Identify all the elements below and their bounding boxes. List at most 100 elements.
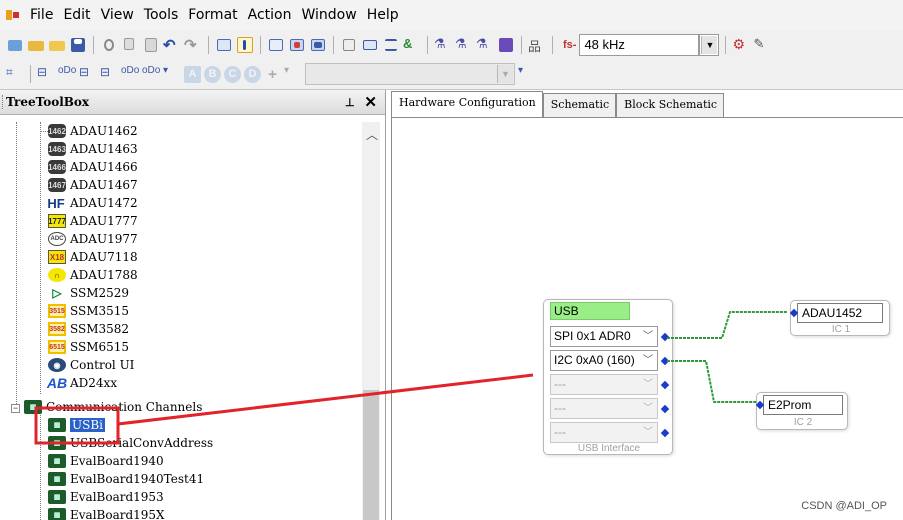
tree-item-evalboard195x[interactable]: ▦ EvalBoard195X [40,506,165,520]
usb-port-select-3[interactable]: --- ﹀ [550,374,658,395]
collapse-toggle[interactable]: − [11,404,20,413]
link-compile-icon[interactable]: ⚗ [455,36,473,54]
button-d[interactable]: D [244,65,261,83]
hierarchy-icon[interactable]: 品 [528,36,546,54]
chevron-up-icon[interactable]: ︿ [366,126,378,143]
output-port[interactable] [660,356,670,366]
tree-item-ad24xx[interactable]: AB AD24xx [40,374,117,392]
layout-icon[interactable] [215,36,233,54]
tree-item-adau1467[interactable]: 1467 ADAU1467 [40,176,138,194]
menu-action[interactable]: Action [244,7,298,23]
undo-icon[interactable]: ↶ [163,36,181,54]
menu-edit[interactable]: Edit [59,7,96,23]
tree-item-ssm2529[interactable]: ▷ SSM2529 [40,284,129,302]
close-icon[interactable]: ✕ [364,93,377,111]
dropdown-arrow-icon[interactable]: ▾ [163,65,181,83]
tree-item-ssm3582[interactable]: 3582 SSM3582 [40,320,129,338]
align-top-icon[interactable]: ⊟ [37,65,55,83]
menu-format[interactable]: Format [184,7,243,23]
usb-interface-block[interactable]: USB SPI 0x1 ADR0 ﹀ I2C 0xA0 (160) ﹀ --- … [543,299,673,455]
menu-file[interactable]: File [26,7,59,23]
tree-item-usbserialconvaddress[interactable]: ▦ USBSerialConvAddress [40,434,213,452]
dropdown-arrow-icon[interactable]: ▾ [284,65,302,83]
align-middle-icon[interactable]: ⊟ [79,65,97,83]
disabled-select[interactable]: ▼ [305,63,515,85]
output-port[interactable] [660,380,670,390]
tab-hardware-configuration[interactable]: Hardware Configuration [391,91,543,117]
view-mode-1-icon[interactable] [267,36,285,54]
menu-window[interactable]: Window [298,7,363,23]
ic2-block[interactable]: E2Prom IC 2 [755,392,848,430]
menu-view[interactable]: View [97,7,140,23]
tree-item-control-ui[interactable]: ◉ Control UI [40,356,134,374]
usb-port-select-4[interactable]: --- ﹀ [550,398,658,419]
output-port[interactable] [660,428,670,438]
menu-tools[interactable]: Tools [140,7,185,23]
hardware-configuration-canvas[interactable]: USB SPI 0x1 ADR0 ﹀ I2C 0xA0 (160) ﹀ --- … [391,117,903,520]
dropdown-arrow-icon[interactable]: ▾ [518,65,536,83]
tab-schematic[interactable]: Schematic [542,93,617,117]
tab-block-schematic[interactable]: Block Schematic [616,93,725,117]
tool-icon[interactable]: ✎ [753,36,771,54]
tree-item-evalboard1953[interactable]: ▦ EvalBoard1953 [40,488,164,506]
menu-help[interactable]: Help [363,7,405,23]
connect-icon[interactable]: ⌗ [6,65,24,83]
usb-port-select-2[interactable]: I2C 0xA0 (160) ﹀ [550,350,658,371]
tree-item-adau7118[interactable]: X18 ADAU7118 [40,248,138,266]
scrollbar-thumb[interactable] [363,390,379,520]
usb-port-select-5[interactable]: --- ﹀ [550,422,658,443]
tree-item-evalboard1940test41[interactable]: ▦ EvalBoard1940Test41 [40,470,204,488]
copy-icon[interactable] [121,36,139,54]
export-icon[interactable] [497,36,515,54]
save-icon[interactable] [69,36,87,54]
button-b[interactable]: B [204,65,221,83]
tree-scrollbar[interactable]: ︿ [362,122,380,520]
link-icon[interactable]: & [403,36,421,54]
redo-icon[interactable]: ↷ [184,36,202,54]
button-c[interactable]: C [224,65,241,83]
open-recent-icon[interactable] [48,36,66,54]
tree-item-adau1777[interactable]: 1777 ADAU1777 [40,212,138,230]
open-folder-icon[interactable] [27,36,45,54]
duplicate-icon[interactable] [340,36,358,54]
tree-item-communication-channels[interactable]: ▦ Communication Channels [24,398,202,416]
download-icon[interactable]: ⚗ [476,36,494,54]
tree-item-evalboard1940[interactable]: ▦ EvalBoard1940 [40,452,164,470]
tree-item-label: ADAU1472 [70,196,138,210]
cut-icon[interactable] [100,36,118,54]
list-icon[interactable] [382,36,400,54]
ic1-block[interactable]: ADAU1452 IC 1 [789,300,890,336]
tree-item-ssm6515[interactable]: 6515 SSM6515 [40,338,129,356]
sample-rate-dropdown-button[interactable]: ▼ [699,33,720,56]
tree-item-adau1472[interactable]: HF ADAU1472 [40,194,138,212]
grid-icon[interactable] [361,36,379,54]
view-mode-2-icon[interactable] [288,36,306,54]
compile-icon[interactable]: ⚗ [434,36,452,54]
tree-item-usbi[interactable]: ▦ USBi [40,416,105,434]
settings-icon[interactable]: ⚙ [732,36,750,54]
distribute-left-icon[interactable]: oDo [121,65,139,83]
output-port[interactable] [660,404,670,414]
tree-item-label: EvalBoard1953 [70,490,164,504]
output-port[interactable] [660,332,670,342]
view-mode-3-icon[interactable] [309,36,327,54]
tree-item-adau1462[interactable]: 1462 ADAU1462 [40,122,138,140]
align-bottom-icon[interactable]: ⊟ [100,65,118,83]
sample-rate-select[interactable]: 48 kHz [579,33,700,56]
distribute-right-icon[interactable]: oDo [142,65,160,83]
distribute-horizontal-icon[interactable]: oDo [58,65,76,83]
panel-grip-icon[interactable] [2,95,4,109]
pin-icon[interactable]: ⊥ [345,96,355,109]
tree-item-adau1463[interactable]: 1463 ADAU1463 [40,140,138,158]
tree-item-adau1977[interactable]: ADC ADAU1977 [40,230,138,248]
align-icon[interactable] [236,36,254,54]
tree-item-adau1466[interactable]: 1466 ADAU1466 [40,158,138,176]
add-button[interactable]: + [264,66,281,83]
tree-item-ssm3515[interactable]: 3515 SSM3515 [40,302,129,320]
paste-icon[interactable] [142,36,160,54]
button-a[interactable]: A [184,65,201,83]
usb-port-select-1[interactable]: SPI 0x1 ADR0 ﹀ [550,326,658,347]
tree-item-adau1788[interactable]: ∩ ADAU1788 [40,266,138,284]
new-project-icon[interactable] [6,36,24,54]
board-icon: ▦ [48,418,66,432]
